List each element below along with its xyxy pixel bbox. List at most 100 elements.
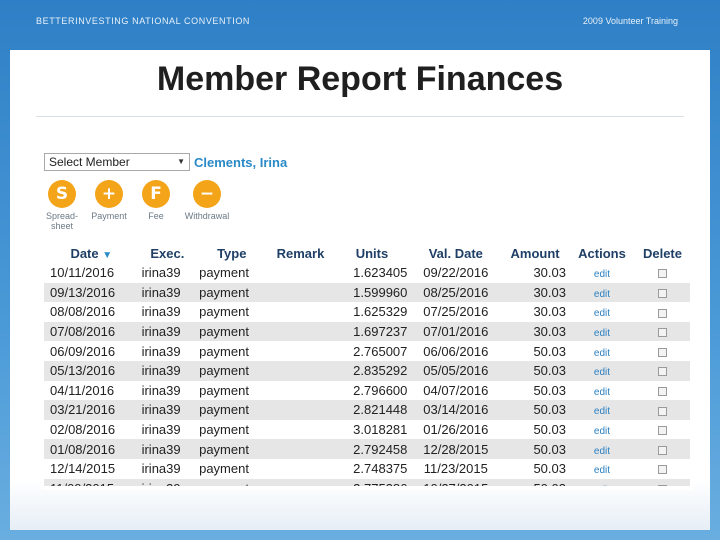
edit-link[interactable]: edit bbox=[594, 426, 610, 437]
table-row: 02/08/2016 irina39 payment 3.018281 01/26/20… bbox=[44, 420, 690, 440]
cell-actions: edit bbox=[569, 459, 635, 479]
cell-amount: 30.03 bbox=[533, 265, 566, 281]
cell-remark bbox=[267, 341, 333, 361]
cell-date: 05/13/2016 bbox=[50, 363, 116, 379]
cell-date: 08/08/2016 bbox=[50, 304, 116, 320]
cell-actions: edit bbox=[569, 361, 635, 381]
cell-val-date: 05/05/2016 bbox=[423, 363, 489, 379]
cell-amount: 30.03 bbox=[533, 304, 566, 320]
col-header-exec[interactable]: Exec. bbox=[139, 243, 197, 263]
cell-units: 1.697237 bbox=[353, 324, 408, 340]
edit-link[interactable]: edit bbox=[594, 348, 610, 359]
edit-link[interactable]: edit bbox=[594, 446, 610, 457]
cell-amount: 30.03 bbox=[533, 324, 566, 340]
table-row: 07/08/2016 irina39 payment 1.697237 07/01/20… bbox=[44, 321, 690, 342]
delete-checkbox[interactable] bbox=[657, 308, 667, 318]
cell-type: payment bbox=[199, 265, 249, 281]
cell-type: payment bbox=[199, 422, 249, 438]
cell-units: 2.748375 bbox=[353, 461, 408, 477]
cell-delete bbox=[635, 302, 690, 322]
col-header-delete: Delete bbox=[642, 245, 682, 261]
delete-checkbox[interactable] bbox=[657, 328, 667, 338]
cell-val-date: 11/23/2015 bbox=[423, 461, 488, 477]
edit-link[interactable]: edit bbox=[594, 289, 610, 300]
edit-link[interactable]: edit bbox=[594, 485, 610, 486]
delete-checkbox[interactable] bbox=[657, 367, 667, 377]
cell-date: 04/11/2016 bbox=[50, 382, 115, 398]
cell-delete bbox=[635, 420, 690, 440]
cell-remark bbox=[267, 322, 333, 342]
cell-amount: 50.03 bbox=[533, 363, 566, 379]
col-header-actions: Actions bbox=[578, 245, 626, 261]
cell-actions: edit bbox=[569, 479, 635, 486]
table-row: 05/13/2016 irina39 payment 2.835292 05/05/20… bbox=[44, 360, 690, 381]
cell-date: 12/14/2015 bbox=[50, 461, 116, 477]
col-header-units[interactable]: Units bbox=[333, 243, 410, 263]
table-row: 03/21/2016 irina39 payment 2.821448 03/14/20… bbox=[44, 400, 690, 420]
cell-actions: edit bbox=[569, 302, 635, 322]
cell-delete bbox=[635, 341, 690, 361]
col-header-val-date[interactable]: Val. Date bbox=[410, 243, 501, 263]
cell-date: 07/08/2016 bbox=[50, 324, 116, 340]
delete-checkbox[interactable] bbox=[657, 406, 667, 416]
edit-link[interactable]: edit bbox=[594, 367, 610, 378]
col-header-type[interactable]: Type bbox=[196, 243, 267, 263]
edit-link[interactable]: edit bbox=[594, 308, 610, 319]
cell-val-date: 08/25/2016 bbox=[423, 284, 489, 300]
cell-exec: irina39 bbox=[141, 324, 181, 340]
col-header-date[interactable]: Date ▼ bbox=[44, 243, 139, 263]
cell-amount: 50.03 bbox=[501, 479, 569, 486]
delete-checkbox[interactable] bbox=[657, 465, 667, 475]
cell-delete bbox=[635, 459, 690, 479]
cell-units: 2.796600 bbox=[353, 382, 408, 398]
edit-link[interactable]: edit bbox=[594, 269, 610, 280]
edit-link[interactable]: edit bbox=[594, 406, 610, 417]
cell-units: 3.018281 bbox=[353, 422, 408, 438]
cell-remark bbox=[267, 283, 333, 303]
cell-delete bbox=[635, 381, 690, 401]
table-row: 01/08/2016 irina39 payment 2.792458 12/28/20… bbox=[44, 439, 690, 459]
cell-exec: irina39 bbox=[141, 265, 181, 281]
edit-link[interactable]: edit bbox=[594, 465, 610, 476]
header-left-text: BETTERINVESTING NATIONAL CONVENTION bbox=[36, 16, 251, 26]
cell-units: 2.835292 bbox=[353, 363, 408, 379]
delete-checkbox[interactable] bbox=[657, 484, 667, 486]
edit-link[interactable]: edit bbox=[594, 387, 610, 398]
table-row: 12/14/2015 irina39 payment 2.748375 11/23/20… bbox=[44, 459, 690, 479]
cell-exec: irina39 bbox=[141, 363, 181, 379]
delete-checkbox[interactable] bbox=[657, 386, 667, 396]
cell-remark bbox=[267, 263, 333, 283]
cell-delete bbox=[635, 322, 690, 342]
cell-val-date: 07/25/2016 bbox=[423, 304, 489, 320]
col-header-amount[interactable]: Amount bbox=[501, 243, 569, 263]
cell-exec: irina39 bbox=[141, 422, 181, 438]
cell-actions: edit bbox=[569, 420, 635, 440]
table-row: 08/08/2016 irina39 payment 1.625329 07/25/20… bbox=[44, 302, 690, 322]
cell-amount: 50.03 bbox=[533, 343, 566, 359]
title-divider bbox=[36, 116, 684, 117]
cell-units: 1.623405 bbox=[353, 265, 408, 281]
cell-remark bbox=[267, 381, 333, 401]
cell-date: 02/08/2016 bbox=[50, 422, 116, 438]
delete-checkbox[interactable] bbox=[657, 445, 667, 455]
cell-val-date: 06/06/2016 bbox=[423, 343, 489, 359]
col-header-remark[interactable]: Remark bbox=[267, 243, 333, 263]
cell-exec: irina39 bbox=[141, 441, 181, 457]
cell-exec: irina39 bbox=[141, 284, 181, 300]
cell-delete bbox=[635, 283, 690, 303]
delete-checkbox[interactable] bbox=[657, 269, 667, 279]
cell-actions: edit bbox=[569, 322, 635, 342]
cell-units: 2.765007 bbox=[353, 343, 408, 359]
cell-val-date: 09/22/2016 bbox=[423, 265, 489, 281]
cell-date: 10/11/2016 bbox=[50, 265, 115, 281]
cell-units: 2.821448 bbox=[353, 402, 408, 418]
cell-amount: 50.03 bbox=[533, 382, 566, 398]
cell-actions: edit bbox=[569, 439, 635, 459]
cell-type: payment bbox=[199, 343, 249, 359]
delete-checkbox[interactable] bbox=[657, 426, 667, 436]
delete-checkbox[interactable] bbox=[657, 288, 667, 298]
delete-checkbox[interactable] bbox=[657, 347, 667, 357]
edit-link[interactable]: edit bbox=[594, 328, 610, 339]
cell-actions: edit bbox=[569, 400, 635, 420]
table-viewport[interactable]: Date ▼ Exec. Type Remark Units Val. Date… bbox=[42, 150, 692, 486]
